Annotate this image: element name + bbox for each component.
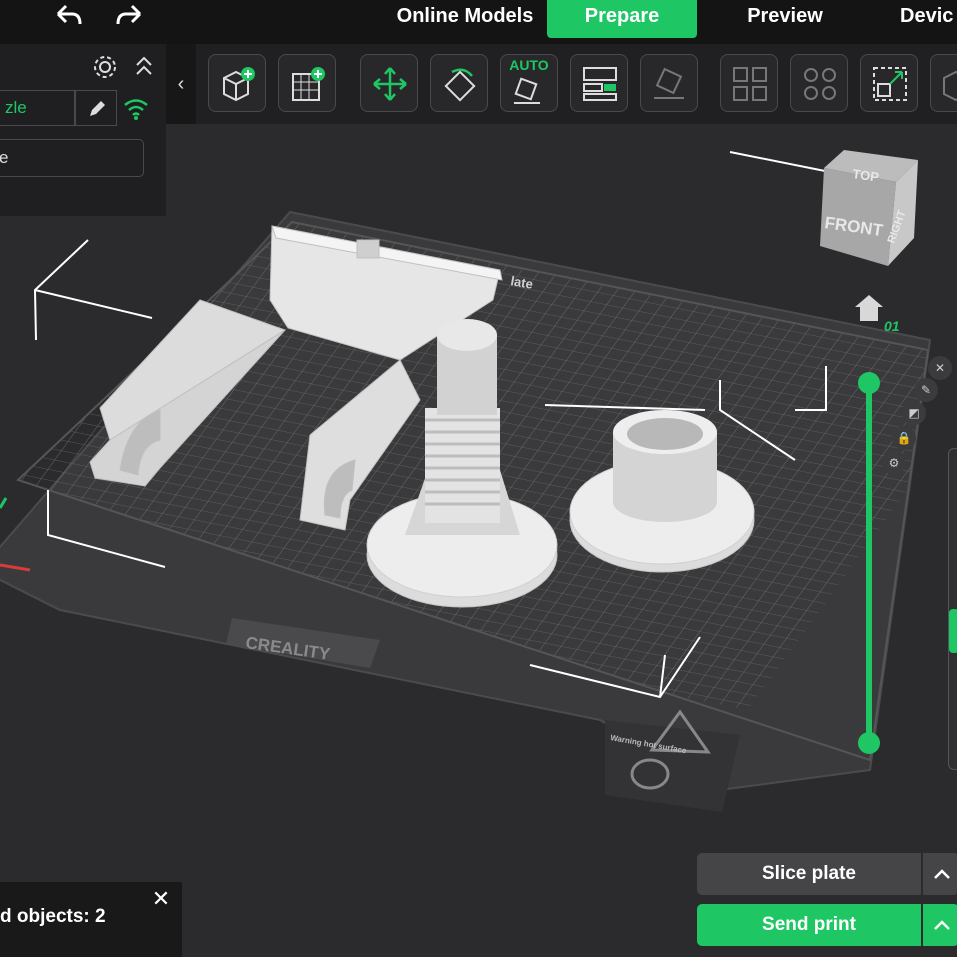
undo-icon[interactable] xyxy=(50,2,84,32)
rotate-icon xyxy=(444,68,476,102)
layer-slider-top-handle[interactable] xyxy=(858,372,880,394)
auto-label: AUTO xyxy=(509,57,549,73)
add-plate-icon xyxy=(292,67,325,101)
add-model-button[interactable] xyxy=(208,54,266,112)
right-side-panel[interactable] xyxy=(948,448,957,770)
slice-options-button[interactable] xyxy=(923,853,957,895)
layer-slider-bottom-handle[interactable] xyxy=(858,732,880,754)
tab-device[interactable]: Devic xyxy=(900,0,957,38)
gear-icon[interactable] xyxy=(92,54,118,80)
orient-plate-icon[interactable]: ◩ xyxy=(902,401,926,425)
printer-settings-panel xyxy=(0,44,166,216)
split-objects-icon xyxy=(733,67,767,101)
add-plate-button[interactable] xyxy=(278,54,336,112)
edit-button[interactable] xyxy=(75,90,117,126)
tab-prepare[interactable]: Prepare xyxy=(547,0,697,38)
send-print-button[interactable]: Send print xyxy=(697,904,921,946)
notification-toast: d objects: 2 ✕ xyxy=(0,882,182,957)
home-icon[interactable] xyxy=(853,293,885,323)
pencil-icon xyxy=(90,101,105,116)
send-options-button[interactable] xyxy=(923,904,957,946)
edit-plate-icon[interactable]: ✎ xyxy=(914,378,938,402)
auto-orient-icon xyxy=(514,77,540,104)
view-cube[interactable]: TOP FRONT RIGHT xyxy=(816,148,920,270)
notification-text: d objects: 2 xyxy=(0,906,106,927)
slice-plate-button[interactable]: Slice plate xyxy=(697,853,921,895)
lay-on-face-button[interactable] xyxy=(640,54,698,112)
auto-orient-button[interactable]: AUTO xyxy=(500,54,558,112)
move-button[interactable] xyxy=(360,54,418,112)
wifi-icon[interactable] xyxy=(122,96,150,122)
add-cube-icon xyxy=(223,67,255,102)
lay-face-icon xyxy=(654,67,684,99)
split-parts-button[interactable] xyxy=(790,54,848,112)
nozzle-field[interactable]: zle xyxy=(0,90,75,126)
preset-field[interactable]: e xyxy=(0,139,144,177)
move-arrows-icon xyxy=(373,67,407,101)
collapse-up-icon[interactable] xyxy=(134,54,154,80)
arrange-button[interactable] xyxy=(570,54,628,112)
chevron-up-icon xyxy=(934,920,950,930)
redo-icon[interactable] xyxy=(114,2,148,32)
more-tools-button[interactable] xyxy=(930,54,957,112)
scale-button[interactable] xyxy=(860,54,918,112)
delete-icon[interactable]: ✕ xyxy=(928,356,952,380)
chevron-up-icon xyxy=(934,869,950,879)
plate-settings-icon[interactable]: ⚙ xyxy=(882,451,906,475)
tab-preview[interactable]: Preview xyxy=(725,0,845,38)
split-objects-button[interactable] xyxy=(720,54,778,112)
collapse-panel-button[interactable]: ‹ xyxy=(166,44,196,124)
arrange-icon xyxy=(583,67,617,101)
lock-icon[interactable]: 🔒 xyxy=(892,426,916,450)
rotate-button[interactable] xyxy=(430,54,488,112)
top-bar: Online Models Prepare Preview Devic xyxy=(0,0,957,44)
close-icon[interactable]: ✕ xyxy=(150,888,172,910)
layer-slider-track[interactable] xyxy=(866,383,872,743)
cube-outline-icon xyxy=(943,70,957,102)
tab-online-models[interactable]: Online Models xyxy=(385,0,545,38)
layer-label: 01 xyxy=(884,318,900,334)
scale-icon xyxy=(873,67,907,101)
split-parts-icon xyxy=(804,68,836,100)
